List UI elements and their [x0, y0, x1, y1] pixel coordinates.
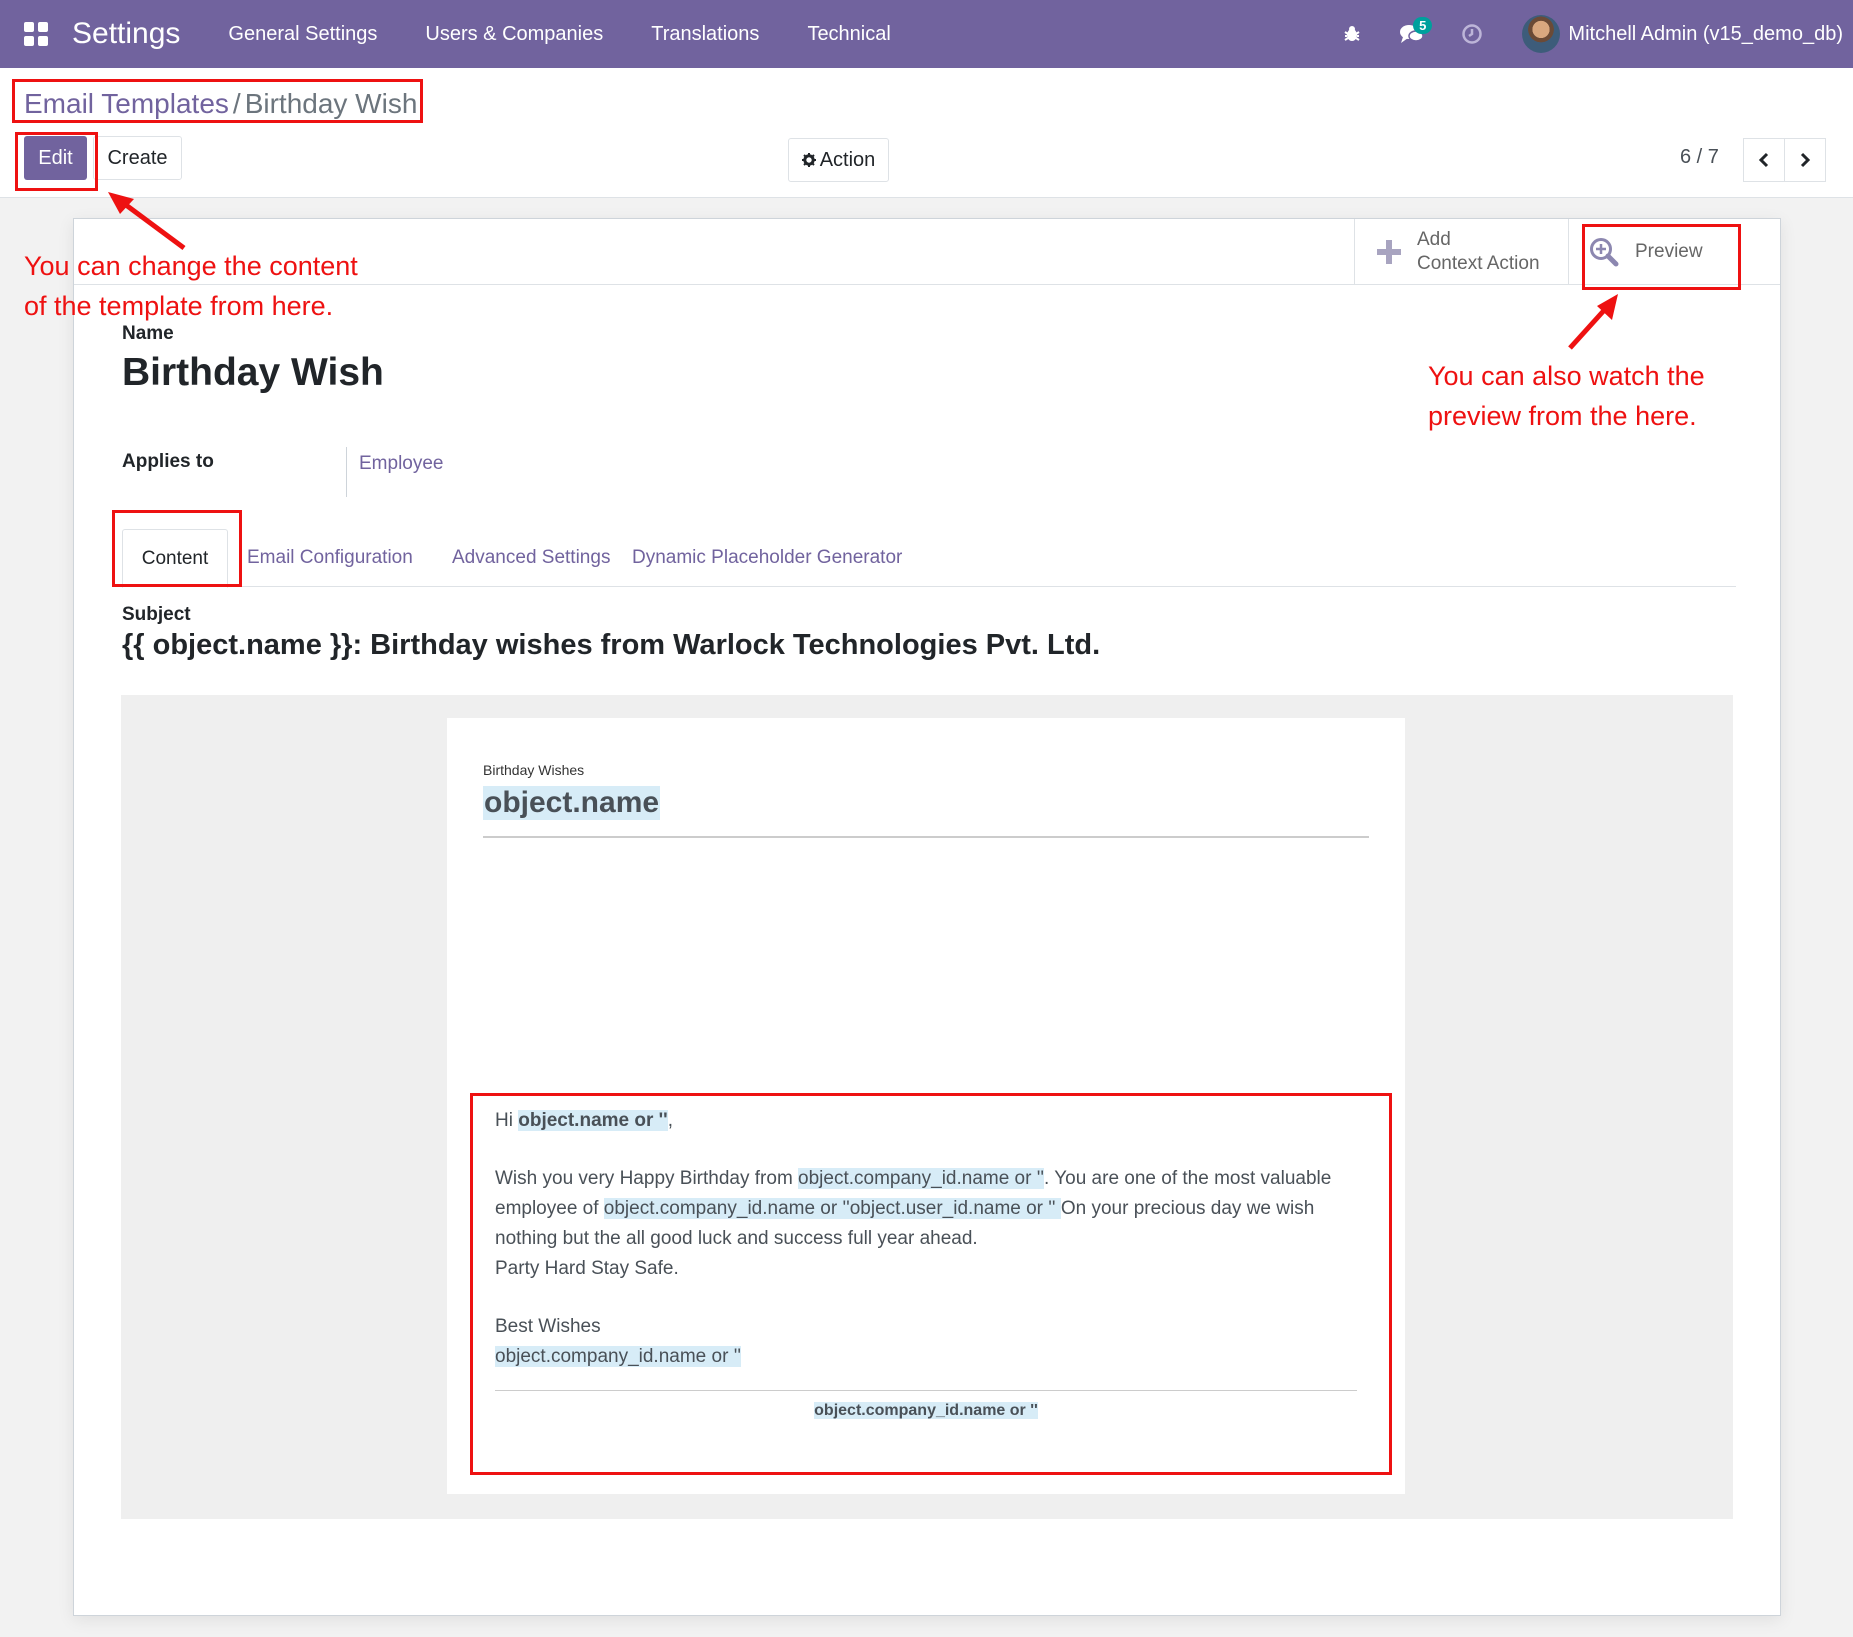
right-note-line2: preview from the here.	[1428, 401, 1697, 431]
right-note-line1: You can also watch the	[1428, 361, 1705, 391]
arrow-to-preview	[1568, 304, 1610, 350]
annotation-note-right: You can also watch the preview from the …	[1428, 356, 1705, 436]
annotation-note-left: You can change the content of the templa…	[24, 246, 358, 326]
left-note-line1: You can change the content	[24, 251, 358, 281]
left-note-line2: of the template from here.	[24, 291, 334, 321]
arrow-to-edit	[120, 199, 186, 251]
